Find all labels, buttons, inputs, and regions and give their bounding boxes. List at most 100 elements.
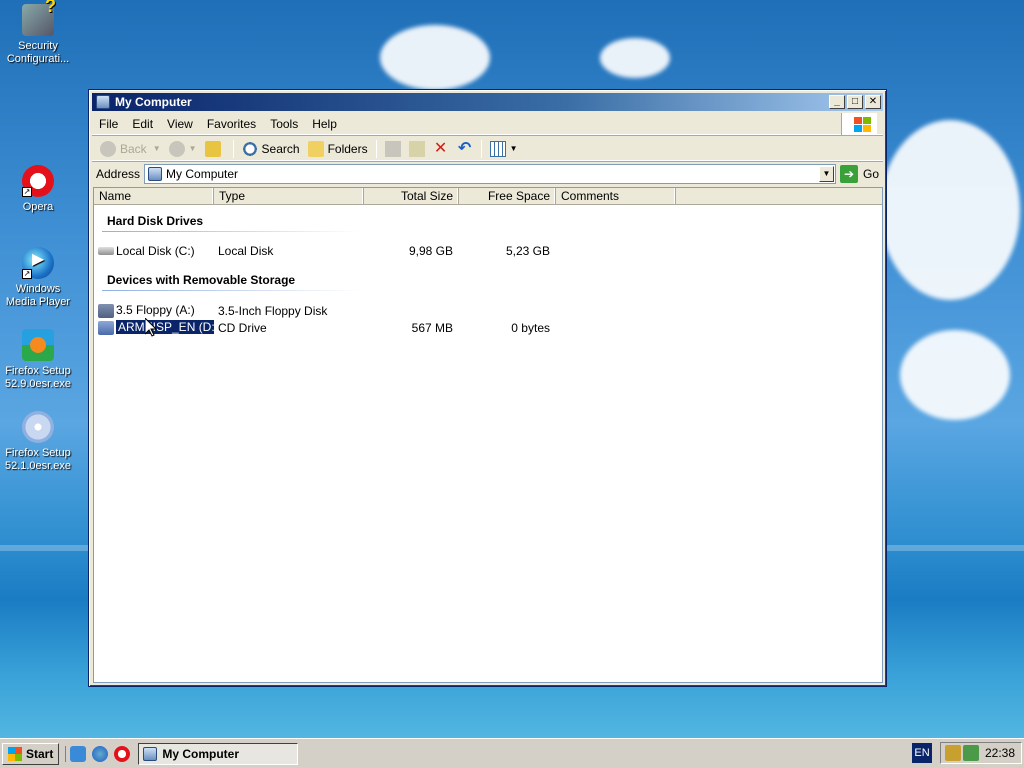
copy-to-icon[interactable] [408, 140, 425, 157]
address-input[interactable]: My Computer ▼ [144, 164, 836, 184]
folder-up-icon [204, 140, 221, 157]
table-row-selected[interactable]: ARMEISP_EN (D:) CD Drive 567 MB 0 bytes [94, 319, 882, 336]
back-arrow-icon [100, 140, 116, 157]
item-name: Local Disk (C:) [116, 243, 195, 258]
opera-icon[interactable] [114, 745, 131, 762]
item-type: 3.5-Inch Floppy Disk [218, 303, 328, 318]
menu-edit[interactable]: Edit [125, 117, 160, 131]
go-arrow-icon: ➔ [839, 165, 858, 183]
undo-icon[interactable]: ↶ [457, 140, 473, 157]
address-value: My Computer [166, 167, 239, 181]
item-name: ARMEISP_EN (D:) [115, 320, 214, 335]
menu-favorites[interactable]: Favorites [200, 117, 263, 131]
toolbar-separator [375, 139, 377, 158]
cd-drive-icon [98, 320, 114, 335]
cloud [380, 25, 490, 90]
table-row[interactable]: 3.5 Floppy (A:) 3.5-Inch Floppy Disk [94, 302, 882, 319]
menu-view[interactable]: View [160, 117, 200, 131]
menu-help[interactable]: Help [305, 117, 344, 131]
window-titlebar[interactable]: My Computer _ □ ✕ [92, 93, 883, 111]
show-desktop-icon[interactable] [70, 745, 87, 762]
item-name: 3.5 Floppy (A:) [116, 303, 195, 318]
desktop-icon-label: Firefox Setup 52.9.0esr.exe [4, 365, 72, 390]
toolbar-separator [232, 139, 234, 158]
shortcut-arrow-icon: ↗ [22, 187, 32, 197]
table-row[interactable]: Local Disk (C:) Local Disk 9,98 GB 5,23 … [94, 242, 882, 259]
hard-disk-icon [98, 247, 114, 256]
item-type: Local Disk [218, 243, 274, 258]
toolbar-separator [480, 139, 482, 158]
search-icon [241, 140, 258, 157]
up-button[interactable] [201, 138, 229, 160]
my-computer-icon [148, 167, 163, 181]
windows-flag-icon [8, 746, 22, 761]
taskbar: Start My Computer EN 22:38 [0, 738, 1024, 768]
column-type[interactable]: Type [214, 188, 364, 204]
network-icon[interactable] [945, 745, 961, 761]
address-dropdown-button[interactable]: ▼ [818, 166, 834, 182]
close-button[interactable]: ✕ [865, 95, 881, 109]
opera-icon: ↗ [22, 165, 54, 197]
column-free-space[interactable]: Free Space [459, 188, 556, 204]
column-comments[interactable]: Comments [556, 188, 676, 204]
column-name[interactable]: Name [94, 188, 214, 204]
move-to-icon[interactable] [384, 140, 401, 157]
desktop-icon-label: Firefox Setup 52.1.0esr.exe [4, 447, 72, 472]
chevron-down-icon[interactable]: ▼ [510, 144, 518, 153]
desktop-icon-media-player[interactable]: ↗ Windows Media Player [0, 247, 76, 309]
group-header-hard-disks: Hard Disk Drives [94, 213, 882, 232]
mouse-cursor-icon [145, 318, 157, 337]
maximize-button[interactable]: □ [847, 95, 863, 109]
desktop-icon-security-config[interactable]: Security Configurati... [0, 0, 76, 66]
menu-tools[interactable]: Tools [263, 117, 305, 131]
address-bar: Address My Computer ▼ ➔ Go [92, 163, 883, 185]
minimize-button[interactable]: _ [829, 95, 845, 109]
internet-explorer-icon[interactable] [92, 745, 109, 762]
file-list[interactable]: Name Type Total Size Free Space Comments… [93, 187, 883, 683]
folder-icon [307, 140, 324, 157]
security-icon[interactable] [963, 745, 979, 761]
desktop-icon-firefox-setup-2[interactable]: Firefox Setup 52.1.0esr.exe [0, 411, 76, 473]
back-button[interactable]: Back ▼ [96, 138, 165, 160]
installer-cd-icon [22, 411, 54, 443]
item-free-space: 5,23 GB [505, 243, 550, 258]
group-header-removable-storage: Devices with Removable Storage [94, 272, 882, 291]
installer-icon [22, 329, 54, 361]
search-button[interactable]: Search [238, 138, 304, 160]
my-computer-icon [143, 746, 158, 761]
folders-label: Folders [327, 141, 368, 156]
desktop-icon-firefox-setup-1[interactable]: Firefox Setup 52.9.0esr.exe [0, 329, 76, 391]
desktop-icon-opera[interactable]: ↗ Opera [0, 165, 76, 214]
cloud [880, 120, 1020, 300]
column-total-size[interactable]: Total Size [364, 188, 459, 204]
back-label: Back [120, 141, 147, 156]
item-total-size: 9,98 GB [408, 243, 453, 258]
shortcut-arrow-icon: ↗ [22, 269, 32, 279]
start-label: Start [26, 746, 54, 761]
toolbar: Back ▼ ▼ Search Folders ✕ ↶ ▼ [92, 137, 883, 161]
media-player-icon: ↗ [22, 247, 54, 279]
delete-icon[interactable]: ✕ [433, 140, 449, 157]
my-computer-window[interactable]: My Computer _ □ ✕ File Edit View Favorit… [88, 89, 887, 687]
folders-button[interactable]: Folders [304, 138, 372, 160]
start-button[interactable]: Start [2, 742, 60, 765]
my-computer-icon [96, 95, 110, 109]
chevron-down-icon[interactable]: ▼ [189, 144, 197, 153]
forward-button[interactable]: ▼ [165, 138, 201, 160]
cloud [900, 330, 1010, 420]
go-label: Go [862, 167, 879, 181]
go-button[interactable]: ➔ Go [839, 165, 879, 183]
item-type: CD Drive [218, 320, 267, 335]
taskbar-button-my-computer[interactable]: My Computer [138, 742, 299, 765]
views-icon[interactable] [489, 140, 506, 157]
task-label: My Computer [162, 746, 240, 761]
cloud [600, 38, 670, 78]
menu-file[interactable]: File [92, 117, 125, 131]
forward-arrow-icon [168, 140, 185, 157]
chevron-down-icon[interactable]: ▼ [153, 144, 161, 153]
clock[interactable]: 22:38 [985, 746, 1015, 760]
address-label: Address [96, 167, 141, 181]
window-title: My Computer [115, 95, 192, 109]
menu-bar: File Edit View Favorites Tools Help [92, 113, 883, 135]
language-indicator[interactable]: EN [912, 743, 932, 763]
